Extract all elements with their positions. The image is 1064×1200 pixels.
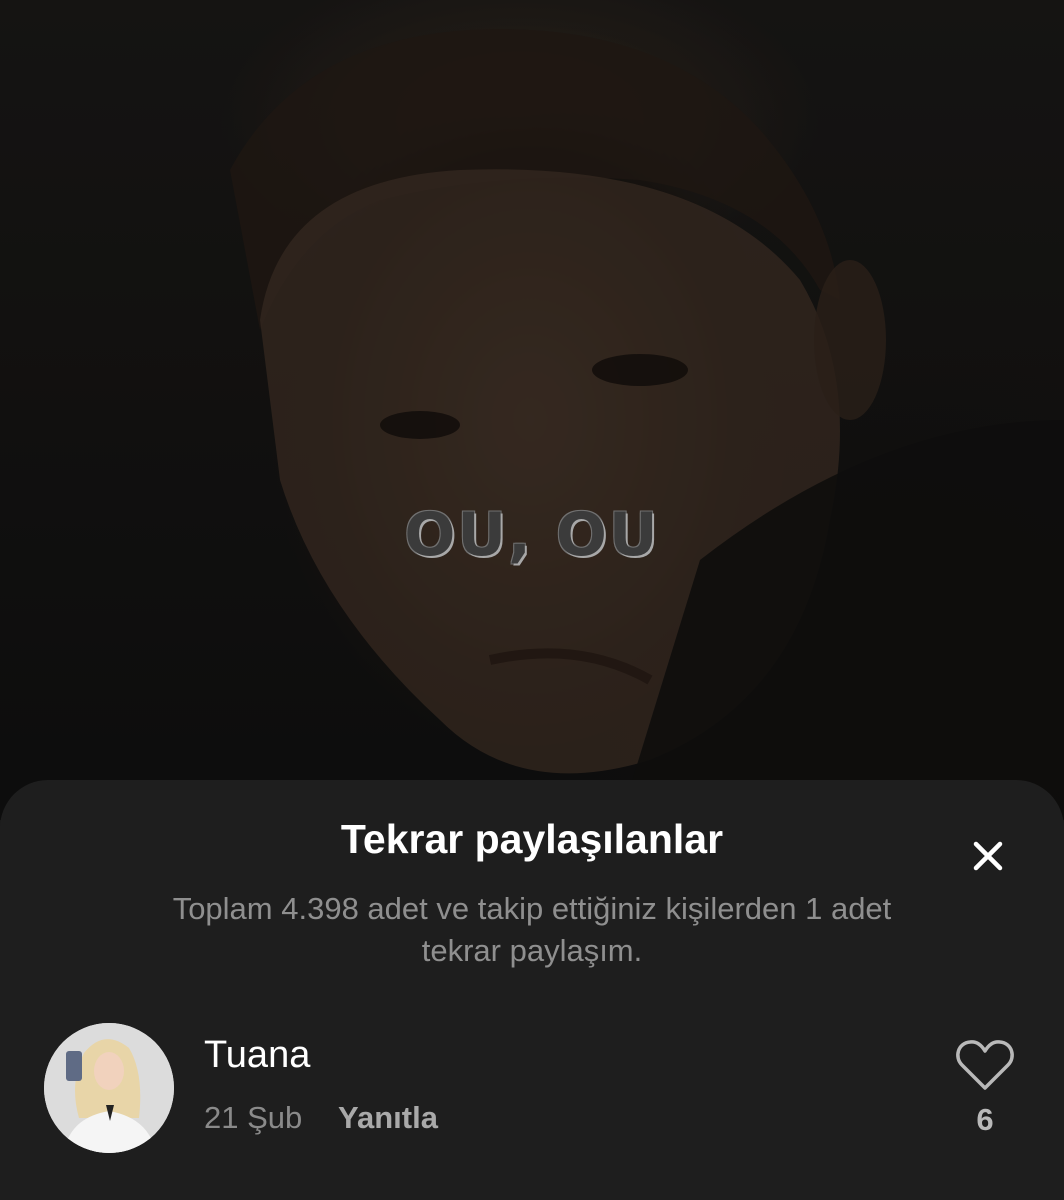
avatar-image <box>44 1023 174 1153</box>
close-icon <box>973 841 1003 871</box>
reposts-bottom-sheet: Tekrar paylaşılanlar Toplam 4.398 adet v… <box>0 780 1064 1200</box>
video-caption: OU, OU <box>404 500 660 570</box>
repost-date: 21 Şub <box>204 1100 303 1135</box>
like-count: 6 <box>976 1102 994 1137</box>
reply-button[interactable]: Yanıtla <box>338 1100 438 1136</box>
sheet-subtitle: Toplam 4.398 adet ve takip ettiğiniz kiş… <box>172 891 892 968</box>
avatar[interactable] <box>44 1023 174 1153</box>
like-button[interactable] <box>955 1038 1015 1092</box>
repost-screen: OU, OU Tekrar paylaşılanlar Toplam 4.398… <box>0 0 1064 1200</box>
heart-outline-icon <box>956 1040 1014 1090</box>
repost-username[interactable]: Tuana <box>204 1034 310 1077</box>
video-dim-overlay <box>0 0 1064 820</box>
close-button[interactable] <box>960 828 1016 884</box>
sheet-title: Tekrar paylaşılanlar <box>340 816 724 862</box>
repost-list-item[interactable]: Tuana 21 Şub Yanıtla 6 <box>0 1020 1064 1160</box>
